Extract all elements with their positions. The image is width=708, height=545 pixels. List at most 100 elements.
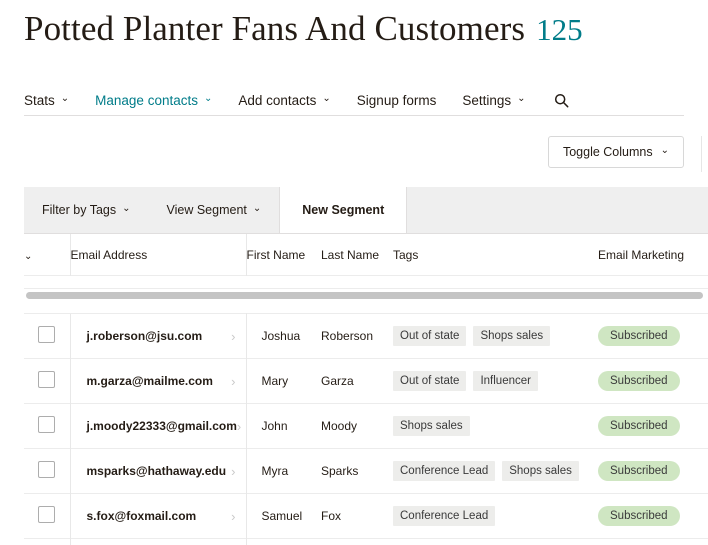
chevron-down-icon: ⌄ xyxy=(61,94,69,104)
contacts-table: ⌄ Email Address First Name Last Name Tag… xyxy=(24,234,708,545)
row-marketing-cell: Subscribed xyxy=(598,314,708,359)
header-email-address[interactable]: Email Address xyxy=(70,234,246,276)
table-row[interactable]: msparks@hathaway.edu › Myra Sparks Confe… xyxy=(24,449,708,494)
row-email-cell: j.roberson@jsu.com › xyxy=(70,314,246,359)
nav-label: Signup forms xyxy=(357,93,437,108)
nav-item-stats[interactable]: Stats ⌄ xyxy=(24,93,69,108)
table-scrollbar-row xyxy=(24,276,708,314)
view-segment-button[interactable]: View Segment ⌄ xyxy=(149,187,280,233)
row-select-cell xyxy=(24,404,70,449)
email-address[interactable]: j.moody22333@gmail.com xyxy=(87,419,237,433)
email-address[interactable]: j.roberson@jsu.com xyxy=(87,329,203,343)
filter-bar: Filter by Tags ⌄ View Segment ⌄ New Segm… xyxy=(24,187,708,234)
tag-chip[interactable]: Out of state xyxy=(393,326,466,346)
row-last-name: Fox xyxy=(321,494,393,539)
row-select-cell xyxy=(24,359,70,404)
nav-label: Manage contacts xyxy=(95,93,198,108)
table-row[interactable]: s.fox@foxmail.com › Samuel Fox Conferenc… xyxy=(24,494,708,539)
toggle-columns-button[interactable]: Toggle Columns ⌄ xyxy=(548,136,684,168)
row-select-cell xyxy=(24,539,70,545)
search-button[interactable] xyxy=(554,93,569,108)
tag-chip[interactable]: Shops sales xyxy=(473,326,550,346)
chevron-right-icon[interactable]: › xyxy=(231,329,235,344)
tag-chip[interactable]: Out of state xyxy=(393,371,466,391)
horizontal-scrollbar[interactable] xyxy=(24,288,708,301)
table-scrollbar-cell xyxy=(24,276,708,314)
email-address[interactable]: msparks@hathaway.edu xyxy=(87,464,227,478)
status-badge: Subscribed xyxy=(598,326,680,346)
view-segment-label: View Segment xyxy=(167,203,247,217)
nav-item-signup-forms[interactable]: Signup forms xyxy=(357,93,437,108)
chevron-down-icon: ⌄ xyxy=(253,204,261,214)
tag-chip[interactable]: Shops sales xyxy=(502,461,579,481)
chevron-right-icon[interactable]: › xyxy=(231,374,235,389)
chevron-right-icon[interactable]: › xyxy=(237,419,241,434)
table-row[interactable]: j.moody22333@gmail.com › John Moody Shop… xyxy=(24,404,708,449)
row-email-cell: j.moody22333@gmail.com › xyxy=(70,404,246,449)
row-tags-cell: Conference Lead xyxy=(393,494,598,539)
chevron-right-icon[interactable]: › xyxy=(231,464,235,479)
chevron-down-icon: ⌄ xyxy=(204,94,212,104)
nav-item-settings[interactable]: Settings ⌄ xyxy=(462,93,525,108)
page-title: Potted Planter Fans And Customers xyxy=(24,6,525,52)
chevron-right-icon[interactable]: › xyxy=(231,509,235,524)
email-address[interactable]: s.fox@foxmail.com xyxy=(87,509,197,523)
row-last-name: Todd xyxy=(321,539,393,545)
row-marketing-cell: Subscribed xyxy=(598,449,708,494)
row-email-cell: vtodd@aol.com › xyxy=(70,539,246,545)
row-first-name: Valeriya xyxy=(246,539,321,545)
nav-item-manage-contacts[interactable]: Manage contacts ⌄ xyxy=(95,93,212,108)
tag-chip[interactable]: Shops sales xyxy=(393,416,470,436)
chevron-down-icon: ⌄ xyxy=(661,146,669,156)
row-checkbox[interactable] xyxy=(38,416,55,433)
header-last-name[interactable]: Last Name xyxy=(321,234,393,276)
tag-list: Out of state Influencer xyxy=(393,371,598,391)
table-row[interactable]: m.garza@mailme.com › Mary Garza Out of s… xyxy=(24,359,708,404)
chevron-down-icon[interactable]: ⌄ xyxy=(24,251,32,262)
row-last-name: Moody xyxy=(321,404,393,449)
table-row[interactable]: vtodd@aol.com › Valeriya Todd Out of sta… xyxy=(24,539,708,545)
filter-by-tags-button[interactable]: Filter by Tags ⌄ xyxy=(24,187,149,233)
row-first-name: John xyxy=(246,404,321,449)
table-toolbar: Toggle Columns ⌄ xyxy=(0,136,708,168)
contacts-table-wrapper: ⌄ Email Address First Name Last Name Tag… xyxy=(24,234,708,545)
row-checkbox[interactable] xyxy=(38,461,55,478)
tag-list: Conference Lead Shops sales xyxy=(393,461,598,481)
nav-label: Settings xyxy=(462,93,511,108)
row-last-name: Roberson xyxy=(321,314,393,359)
nav-divider xyxy=(24,115,684,116)
row-tags-cell: Shops sales xyxy=(393,404,598,449)
header-email-marketing[interactable]: Email Marketing xyxy=(598,234,708,276)
tag-chip[interactable]: Conference Lead xyxy=(393,506,495,526)
toolbar-right-edge xyxy=(701,136,708,172)
header-first-name[interactable]: First Name xyxy=(246,234,321,276)
email-address[interactable]: m.garza@mailme.com xyxy=(87,374,213,388)
row-last-name: Garza xyxy=(321,359,393,404)
row-tags-cell: Out of state Influencer xyxy=(393,359,598,404)
row-tags-cell: Out of state Shops sales xyxy=(393,314,598,359)
row-first-name: Samuel xyxy=(246,494,321,539)
nav-item-add-contacts[interactable]: Add contacts ⌄ xyxy=(238,93,330,108)
header-tags[interactable]: Tags xyxy=(393,234,598,276)
row-marketing-cell: Subscribed xyxy=(598,359,708,404)
row-select-cell xyxy=(24,494,70,539)
row-first-name: Joshua xyxy=(246,314,321,359)
filter-by-tags-label: Filter by Tags xyxy=(42,203,116,217)
row-first-name: Mary xyxy=(246,359,321,404)
row-checkbox[interactable] xyxy=(38,371,55,388)
tag-chip[interactable]: Conference Lead xyxy=(393,461,495,481)
scrollbar-thumb[interactable] xyxy=(26,292,703,299)
search-icon xyxy=(554,93,569,108)
filter-bar-spacer xyxy=(407,187,708,233)
table-body: j.roberson@jsu.com › Joshua Roberson Out… xyxy=(24,314,708,545)
status-badge: Subscribed xyxy=(598,461,680,481)
tag-chip[interactable]: Influencer xyxy=(473,371,538,391)
tag-list: Out of state Shops sales xyxy=(393,326,598,346)
new-segment-label: New Segment xyxy=(302,203,384,217)
row-checkbox[interactable] xyxy=(38,326,55,343)
new-segment-tab[interactable]: New Segment xyxy=(279,187,407,233)
table-row[interactable]: j.roberson@jsu.com › Joshua Roberson Out… xyxy=(24,314,708,359)
row-checkbox[interactable] xyxy=(38,506,55,523)
tag-list: Conference Lead xyxy=(393,506,598,526)
header-select-column: ⌄ xyxy=(24,234,70,276)
